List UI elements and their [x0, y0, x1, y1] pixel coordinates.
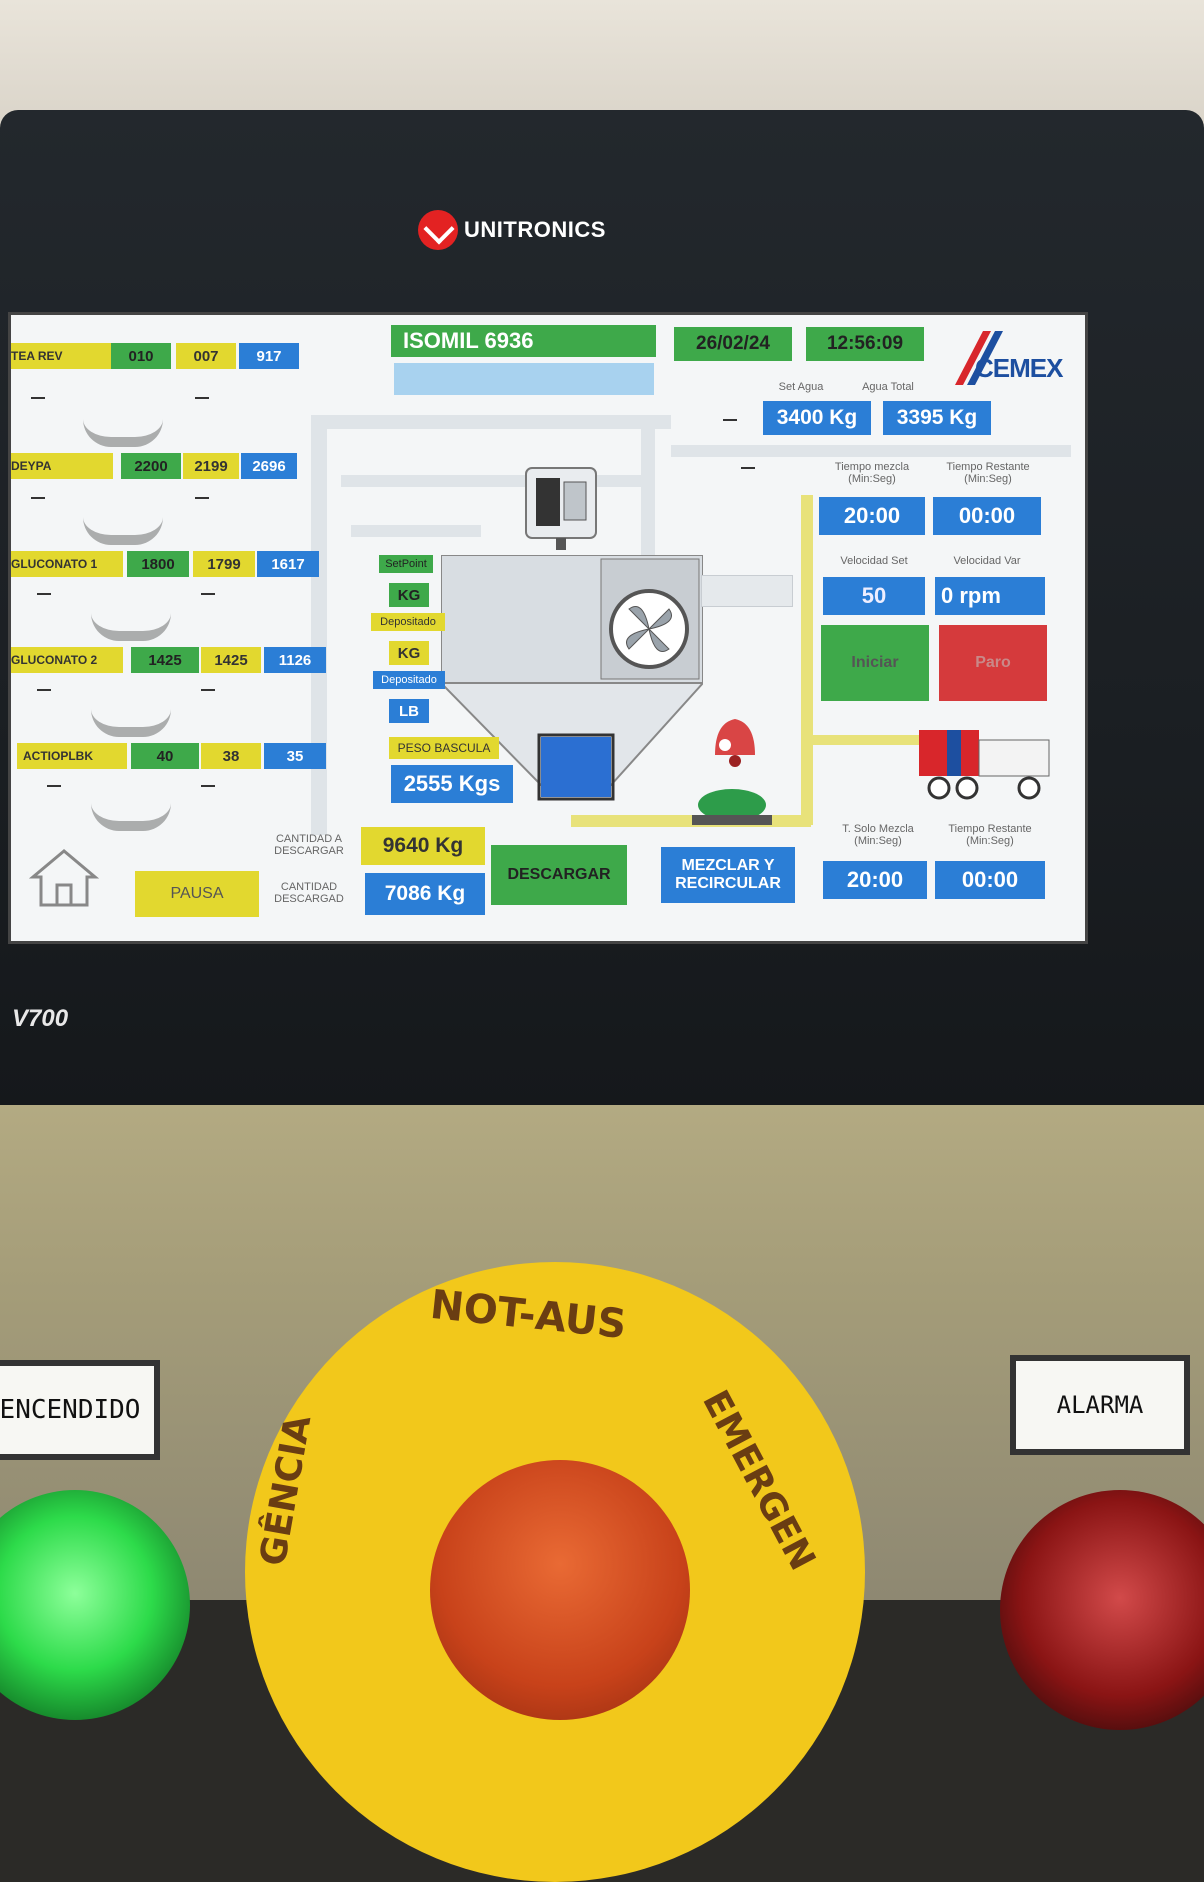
mixer-motor-icon: [516, 460, 606, 550]
water-total-label: Agua Total: [862, 381, 914, 393]
start-button[interactable]: Iniciar: [821, 625, 929, 701]
unitronics-logo: UNITRONICS: [418, 210, 606, 250]
ingredient-set[interactable]: 010: [111, 343, 171, 369]
discharged-label: CANTIDAD DESCARGAD: [274, 881, 344, 906]
solo-mix-remaining-value: 00:00: [935, 861, 1045, 899]
brand-name: UNITRONICS: [464, 217, 606, 242]
discharged-value: 7086 Kg: [365, 873, 485, 915]
alarm-indicator-label: ALARMA: [1010, 1355, 1190, 1455]
product-name: ISOMIL 6936: [391, 325, 656, 357]
pipe: [641, 415, 655, 565]
pipe: [351, 525, 481, 537]
ingredient-actual: 2199: [183, 453, 239, 479]
water-total-value: 3395 Kg: [883, 401, 991, 435]
stop-button[interactable]: Paro: [939, 625, 1047, 701]
pipe: [671, 445, 1071, 457]
speed-set-label: Velocidad Set: [840, 555, 908, 567]
time-display: 12:56:09: [806, 327, 924, 361]
scale-weight-value: 2555 Kgs: [391, 765, 513, 803]
pipe: [311, 415, 327, 835]
valve-icon: [83, 517, 163, 545]
solo-mix-remaining-label: Tiempo Restante (Min:Seg): [948, 823, 1032, 848]
mix-remaining-label: Tiempo Restante (Min:Seg): [946, 461, 1030, 486]
power-indicator-label: ENCENDIDO: [0, 1360, 160, 1460]
ingredient-stock: 1126: [264, 647, 326, 673]
setpoint-unit[interactable]: KG: [389, 583, 429, 607]
ingredient-name: ACTIOPLBK: [17, 743, 127, 769]
ingredient-set[interactable]: 1800: [127, 551, 189, 577]
deposited-unit: KG: [389, 641, 429, 665]
ingredient-stock: 917: [239, 343, 299, 369]
speed-var-label: Velocidad Var: [953, 555, 1021, 567]
pause-button[interactable]: PAUSA: [135, 871, 259, 917]
mix-recirculate-button[interactable]: MEZCLAR Y RECIRCULAR: [661, 847, 795, 903]
cemex-logo: CEMEX: [931, 323, 1081, 393]
cemex-logo-text: CEMEX: [975, 353, 1063, 383]
ingredient-stock: 2696: [241, 453, 297, 479]
alarm-bell-icon: [695, 705, 765, 775]
product-status-bar: [394, 363, 654, 395]
ingredient-set[interactable]: 2200: [121, 453, 181, 479]
ingredient-set[interactable]: 1425: [131, 647, 199, 673]
pipe: [311, 415, 671, 429]
setpoint-label: SetPoint: [379, 555, 433, 573]
to-discharge-label: CANTIDAD A DESCARGAR: [274, 833, 344, 858]
mix-time-value[interactable]: 20:00: [819, 497, 925, 535]
ingredient-stock: 35: [264, 743, 326, 769]
emergency-stop-button[interactable]: [430, 1460, 690, 1720]
ingredient-actual: 1799: [193, 551, 255, 577]
unitronics-logo-icon: [418, 210, 458, 250]
mix-remaining-value: 00:00: [933, 497, 1041, 535]
deposited-lb-unit: LB: [389, 699, 429, 723]
valve-icon: [91, 709, 171, 737]
deposited-lb-label: Depositado: [373, 671, 445, 689]
ingredient-name: DEYPA: [11, 453, 113, 479]
ingredient-stock: 1617: [257, 551, 319, 577]
date-display: 26/02/24: [674, 327, 792, 361]
ingredient-name: GLUCONATO 2: [11, 647, 123, 673]
valve-icon: [91, 803, 171, 831]
ingredient-actual: 007: [176, 343, 236, 369]
solo-mix-time-label: T. Solo Mezcla (Min:Seg): [842, 823, 914, 848]
scale-weight-label: PESO BASCULA: [389, 737, 499, 759]
discharge-button[interactable]: DESCARGAR: [491, 845, 627, 905]
ingredient-name: TEA REV: [11, 343, 113, 369]
ingredient-name: GLUCONATO 1: [11, 551, 123, 577]
ingredient-set[interactable]: 40: [131, 743, 199, 769]
tank-side-panel: [701, 575, 793, 607]
pump-icon: [687, 785, 777, 835]
speed-var-value: 0 rpm: [935, 577, 1045, 615]
mixer-fan-icon: [609, 589, 689, 669]
to-discharge-value[interactable]: 9640 Kg: [361, 827, 485, 865]
deposited-label: Depositado: [371, 613, 445, 631]
model-label: V700: [12, 1005, 69, 1032]
valve-icon: [91, 613, 171, 641]
solo-mix-time-value[interactable]: 20:00: [823, 861, 927, 899]
hmi-screen: ISOMIL 6936 26/02/24 12:56:09 CEMEX TEA …: [8, 312, 1088, 944]
home-icon[interactable]: [28, 847, 100, 909]
mix-time-label: Tiempo mezcla (Min:Seg): [834, 461, 910, 486]
ingredient-actual: 38: [201, 743, 261, 769]
speed-set-value[interactable]: 50: [823, 577, 925, 615]
mixer-truck-icon: [909, 720, 1059, 805]
ingredient-actual: 1425: [201, 647, 261, 673]
valve-icon: [83, 419, 163, 447]
water-set-label: Set Agua: [778, 381, 824, 393]
recirculation-pipe: [801, 495, 813, 825]
water-set-value[interactable]: 3400 Kg: [763, 401, 871, 435]
